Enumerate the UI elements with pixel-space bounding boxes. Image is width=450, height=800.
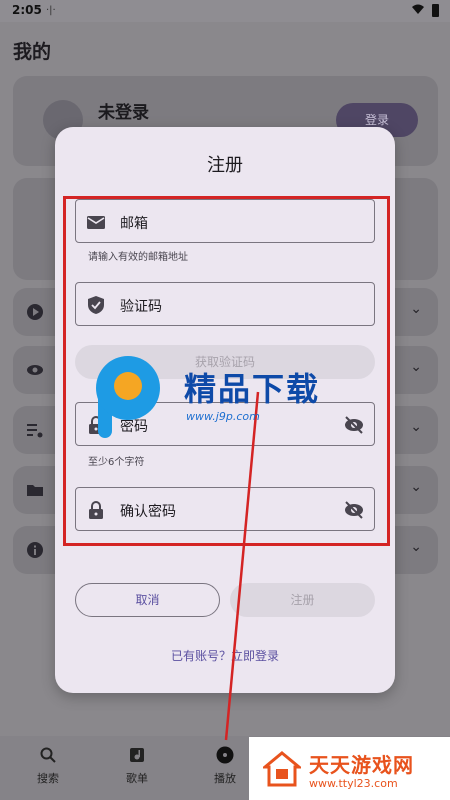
corner-logo-title: 天天游戏网 [309,753,414,777]
nav-search[interactable]: 搜索 [18,746,78,786]
watermark-p-icon [96,356,160,420]
wifi-icon [412,4,424,14]
house-logo-icon [263,751,301,787]
watermark-logo: 精品下载 www.j9p.com [96,356,366,438]
nav-playlist[interactable]: 歌单 [107,746,167,786]
status-time: 2:05 [12,3,42,17]
login-link[interactable]: 已有账号？立即登录 [55,647,395,664]
watermark-title: 精品下载 [184,370,321,408]
info-icon [27,542,43,558]
queue-music-icon [27,424,43,438]
chevron-down-icon: ⌄ [410,539,422,555]
signal-icon: ·|· [46,5,56,16]
cancel-button[interactable]: 取消 [75,583,220,617]
watermark-url: www.j9p.com [186,410,260,423]
player-icon [216,746,234,764]
nav-player-label: 播放 [214,772,236,785]
folder-icon [27,485,43,496]
corner-watermark: 天天游戏网 www.ttyl23.com [249,737,450,800]
dialog-title: 注册 [207,155,243,176]
playlist-icon [130,748,144,762]
corner-logo-url: www.ttyl23.com [309,777,398,790]
register-button[interactable]: 注册 [230,583,375,617]
chevron-down-icon: ⌄ [410,359,422,375]
chevron-down-icon: ⌄ [410,419,422,435]
play-circle-icon [27,304,43,320]
nav-player[interactable]: 播放 [195,746,255,786]
user-name: 未登录 [98,103,149,123]
nav-search-label: 搜索 [37,772,59,785]
status-bar: 2:05 ·|· [0,0,450,22]
battery-icon [432,4,439,17]
page-title: 我的 [13,41,52,63]
chevron-down-icon: ⌄ [410,479,422,495]
search-icon [40,747,56,763]
eye-icon [27,365,43,375]
nav-playlist-label: 歌单 [126,772,148,785]
chevron-down-icon: ⌄ [410,301,422,317]
